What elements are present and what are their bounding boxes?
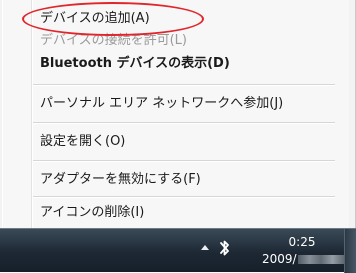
menu-item-allow-connection: デバイスの接続を許可(L) xyxy=(40,33,187,48)
clock-date-text: 2009/ xyxy=(262,252,297,266)
menu-item-remove-icon[interactable]: アイコンの削除(I) xyxy=(40,201,144,225)
menu-separator xyxy=(33,160,335,162)
menu-separator xyxy=(33,122,335,124)
show-hidden-icons-arrow-icon[interactable] xyxy=(201,245,209,250)
taskbar: 0:25 2009/ xyxy=(0,228,356,273)
menu-item-show-devices[interactable]: Bluetooth デバイスの表示(D) xyxy=(40,52,230,76)
bluetooth-icon[interactable] xyxy=(218,238,232,258)
menu-item-join-pan[interactable]: パーソナル エリア ネットワークへ参加(J) xyxy=(40,92,283,116)
menu-item-add-device[interactable]: デバイスの追加(A) xyxy=(40,7,150,31)
menu-separator xyxy=(33,196,335,198)
menu-panel: デバイスの追加(A) デバイスの接続を許可(L) Bluetooth デバイスの… xyxy=(2,0,349,228)
bluetooth-context-menu: デバイスの追加(A) デバイスの接続を許可(L) Bluetooth デバイスの… xyxy=(0,0,356,228)
menu-item-open-settings[interactable]: 設定を開く(O) xyxy=(40,130,125,154)
menu-separator xyxy=(33,84,335,86)
date-redaction xyxy=(297,255,344,264)
clock-date[interactable]: 2009/ xyxy=(262,252,344,266)
menu-item-disable-adapter[interactable]: アダプターを無効にする(F) xyxy=(40,168,201,192)
clock-time[interactable]: 0:25 xyxy=(272,235,332,249)
menu-icon-gutter xyxy=(31,0,33,228)
show-desktop-button[interactable] xyxy=(344,229,356,273)
